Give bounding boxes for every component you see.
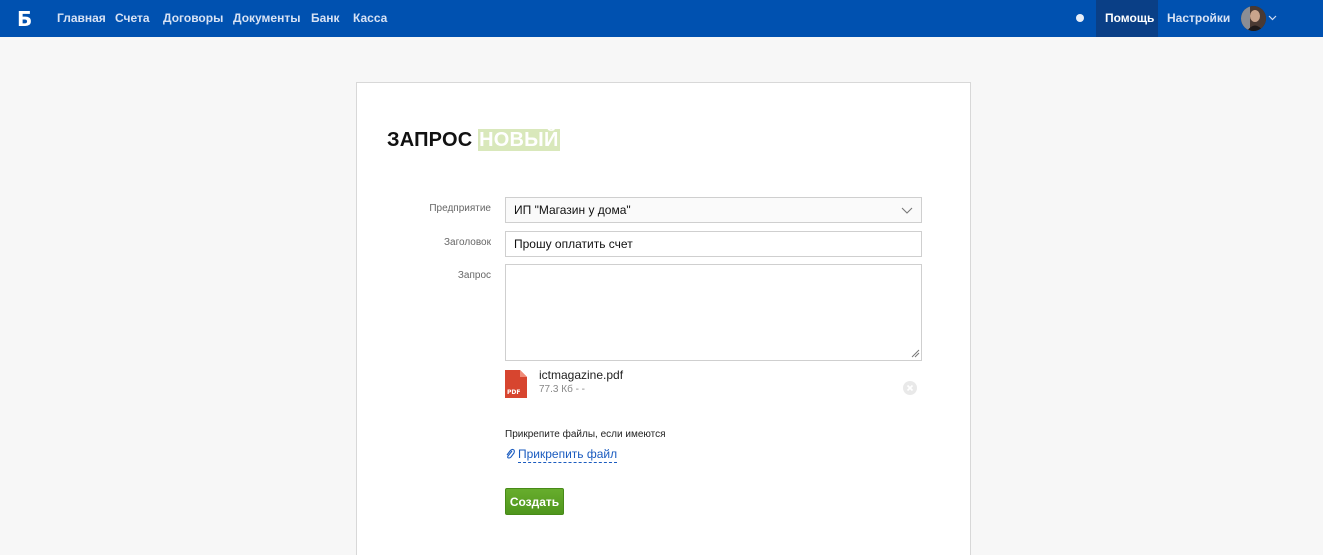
- resize-handle-icon[interactable]: [910, 348, 920, 358]
- nav-item-bank[interactable]: Банк: [311, 0, 340, 37]
- attach-file-link-text: Прикрепить файл: [518, 447, 618, 463]
- chevron-down-icon[interactable]: [1268, 13, 1277, 22]
- remove-attachment-button[interactable]: [903, 381, 917, 395]
- enterprise-selected-value: ИП "Магазин у дома": [514, 203, 631, 217]
- page-title: ЗАПРОС НОВЫЙ: [387, 129, 560, 152]
- notification-dot-icon[interactable]: [1076, 14, 1084, 22]
- request-textarea[interactable]: [505, 264, 922, 361]
- nav-item-cash[interactable]: Касса: [353, 0, 387, 37]
- subject-label: Заголовок: [443, 237, 491, 248]
- chevron-down-icon: [901, 207, 913, 214]
- title-text: ЗАПРОС: [387, 129, 473, 151]
- nav-item-documents[interactable]: Документы: [233, 0, 300, 37]
- request-label: Запрос: [457, 270, 491, 281]
- nav-item-contracts[interactable]: Договоры: [163, 0, 223, 37]
- attach-files-hint: Прикрепите файлы, если имеются: [505, 429, 666, 440]
- subject-input[interactable]: [505, 231, 922, 257]
- svg-text:PDF: PDF: [507, 389, 520, 396]
- help-nav-item[interactable]: Помощь: [1096, 0, 1158, 37]
- user-avatar[interactable]: [1241, 6, 1266, 31]
- top-navigation-bar: Б Главная Счета Договоры Документы Банк …: [0, 0, 1323, 37]
- nav-item-invoices[interactable]: Счета: [115, 0, 150, 37]
- nav-item-home[interactable]: Главная: [57, 0, 106, 37]
- paperclip-icon: [506, 448, 515, 459]
- close-icon: [906, 384, 914, 392]
- attach-file-link[interactable]: Прикрепить файл: [505, 447, 618, 463]
- enterprise-select[interactable]: ИП "Магазин у дома": [505, 197, 922, 223]
- nav-item-settings[interactable]: Настройки: [1167, 0, 1230, 37]
- enterprise-label: Предприятие: [429, 203, 491, 214]
- svg-text:Б: Б: [17, 8, 31, 29]
- help-label: Помощь: [1105, 11, 1155, 25]
- pdf-file-icon: PDF: [505, 370, 527, 398]
- avatar-image-icon: [1241, 6, 1266, 31]
- create-button[interactable]: Создать: [505, 488, 564, 515]
- logo-icon[interactable]: Б: [17, 8, 31, 29]
- attachment-file-name[interactable]: ictmagazine.pdf: [539, 368, 623, 382]
- status-badge: НОВЫЙ: [478, 129, 560, 151]
- attachment-file-size: 77.3 Кб - -: [539, 384, 586, 395]
- request-form-card: ЗАПРОС НОВЫЙ Предприятие ИП "Магазин у д…: [356, 82, 971, 555]
